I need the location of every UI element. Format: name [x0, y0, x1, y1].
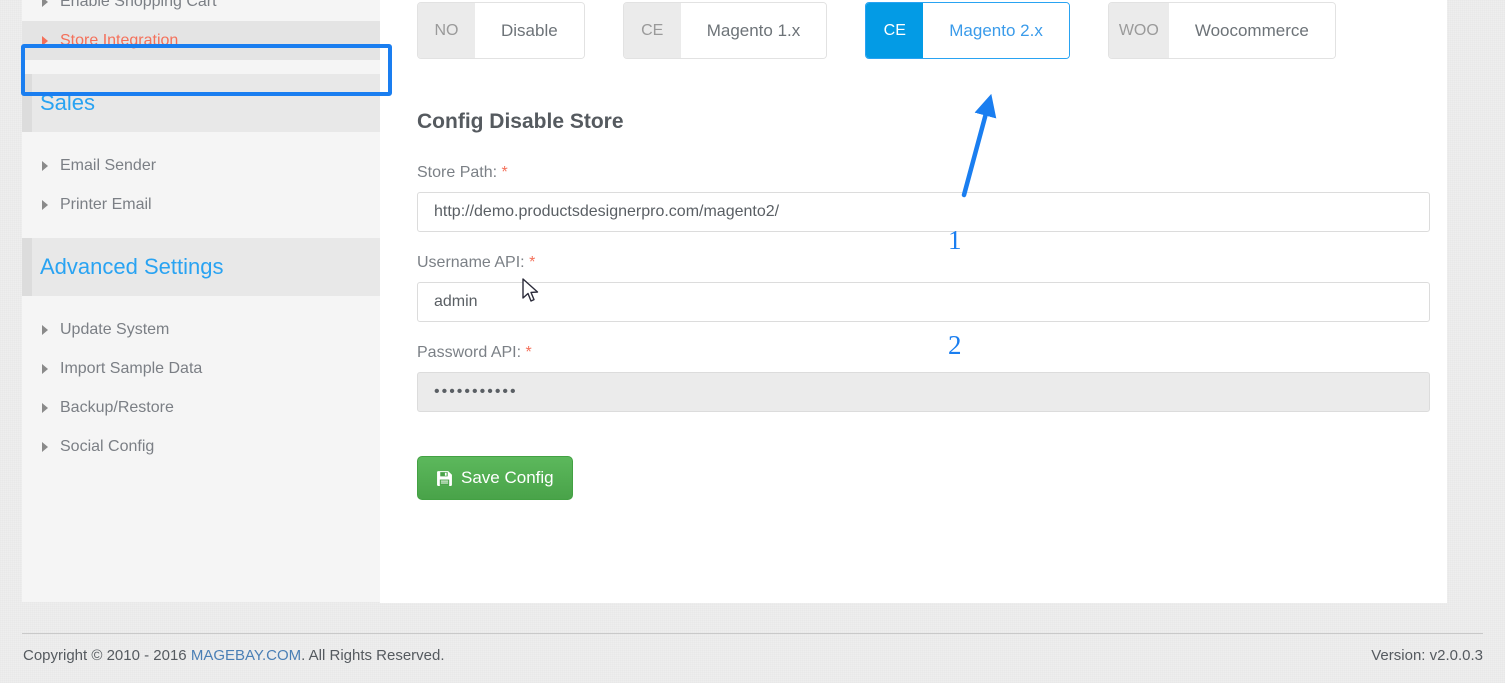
store-type-selector: NO Disable CE Magento 1.x CE Magento 2.x… — [417, 2, 1374, 59]
sidebar-section-label: Advanced Settings — [40, 254, 224, 279]
sidebar-item-import-sample-data[interactable]: Import Sample Data — [22, 349, 380, 388]
footer-brand-link[interactable]: MAGEBAY.COM — [191, 647, 301, 664]
config-form: Config Disable Store Store Path: * Usern… — [417, 110, 1430, 500]
store-type-label: Magento 1.x — [680, 3, 827, 58]
footer-version: Version: v2.0.0.3 — [1371, 647, 1483, 664]
form-title: Config Disable Store — [417, 110, 624, 133]
sidebar-item-social-config[interactable]: Social Config — [22, 427, 380, 466]
username-api-input[interactable] — [417, 282, 1430, 322]
store-type-option-disable[interactable]: NO Disable — [417, 2, 585, 59]
caret-right-icon — [42, 0, 48, 7]
field-store-path: Store Path: * — [417, 164, 1430, 232]
required-marker: * — [501, 164, 508, 181]
sidebar-navigation: Enable Shopping Cart Store Integration S… — [22, 0, 380, 602]
store-type-label: Disable — [475, 3, 584, 58]
sidebar-group-sales: Email Sender Printer Email — [22, 132, 380, 238]
required-marker: * — [525, 344, 532, 361]
sidebar-item-label: Printer Email — [60, 196, 152, 213]
caret-right-icon — [42, 441, 48, 452]
save-config-label: Save Config — [461, 468, 554, 487]
field-password-api: Password API: * — [417, 344, 1430, 412]
caret-right-icon — [42, 363, 48, 374]
field-label-store-path: Store Path: * — [417, 164, 1430, 182]
save-config-button[interactable]: Save Config — [417, 456, 573, 500]
sidebar-spacer — [22, 132, 380, 146]
store-type-tag: CE — [623, 3, 681, 58]
field-username-api: Username API: * — [417, 254, 1430, 322]
store-type-label: Magento 2.x — [923, 3, 1069, 58]
sidebar-item-backup-restore[interactable]: Backup/Restore — [22, 388, 380, 427]
caret-right-icon — [42, 35, 48, 46]
sidebar-spacer — [22, 296, 380, 310]
field-label-text: Store Path: — [417, 164, 498, 181]
store-path-input[interactable] — [417, 192, 1430, 232]
page-footer: Copyright © 2010 - 2016 MAGEBAY.COM. All… — [0, 621, 1505, 683]
sidebar-item-label: Update System — [60, 321, 170, 338]
footer-copyright-prefix: Copyright © 2010 - 2016 — [23, 647, 191, 664]
footer-copyright: Copyright © 2010 - 2016 MAGEBAY.COM. All… — [23, 647, 445, 664]
sidebar-item-label: Import Sample Data — [60, 360, 203, 377]
store-type-option-woocommerce[interactable]: WOO Woocommerce — [1107, 2, 1336, 59]
required-marker: * — [529, 254, 536, 271]
field-label-text: Password API: — [417, 344, 522, 361]
save-disk-icon — [436, 470, 453, 487]
sidebar-item-label: Social Config — [60, 438, 155, 455]
sidebar-item-label: Enable Shopping Cart — [60, 0, 217, 10]
sidebar-section-label: Sales — [40, 90, 96, 115]
field-label-password-api: Password API: * — [417, 344, 1430, 362]
caret-right-icon — [42, 160, 48, 171]
field-label-text: Username API: — [417, 254, 525, 271]
sidebar-item-email-sender[interactable]: Email Sender — [22, 146, 380, 185]
sidebar-item-label: Store Integration — [60, 32, 179, 49]
store-type-option-magento-2x[interactable]: CE Magento 2.x — [865, 2, 1070, 59]
sidebar-item-enable-shopping-cart[interactable]: Enable Shopping Cart — [22, 0, 380, 21]
sidebar-item-update-system[interactable]: Update System — [22, 310, 380, 349]
sidebar-section-header-advanced-settings: Advanced Settings — [22, 238, 380, 296]
store-type-tag: WOO — [1108, 3, 1169, 58]
sidebar-group-advanced: Update System Import Sample Data Backup/… — [22, 296, 380, 466]
sidebar-item-label: Backup/Restore — [60, 399, 174, 416]
caret-right-icon — [42, 199, 48, 210]
footer-copyright-suffix: . All Rights Reserved. — [301, 647, 445, 664]
main-content-panel: NO Disable CE Magento 1.x CE Magento 2.x… — [380, 0, 1447, 603]
store-type-option-magento-1x[interactable]: CE Magento 1.x — [622, 2, 828, 59]
password-api-input[interactable] — [417, 372, 1430, 412]
sidebar-spacer — [22, 60, 380, 74]
sidebar-item-label: Email Sender — [60, 157, 157, 174]
caret-right-icon — [42, 324, 48, 335]
sidebar-spacer — [22, 224, 380, 238]
field-label-username-api: Username API: * — [417, 254, 1430, 272]
sidebar-group-cart: Enable Shopping Cart Store Integration — [22, 0, 380, 74]
store-type-tag: CE — [866, 3, 924, 58]
footer-divider — [22, 633, 1483, 634]
sidebar-section-header-sales: Sales — [22, 74, 380, 132]
sidebar-item-store-integration[interactable]: Store Integration — [22, 21, 380, 60]
store-type-tag: NO — [418, 3, 475, 58]
caret-right-icon — [42, 402, 48, 413]
store-type-label: Woocommerce — [1168, 3, 1335, 58]
sidebar-item-printer-email[interactable]: Printer Email — [22, 185, 380, 224]
